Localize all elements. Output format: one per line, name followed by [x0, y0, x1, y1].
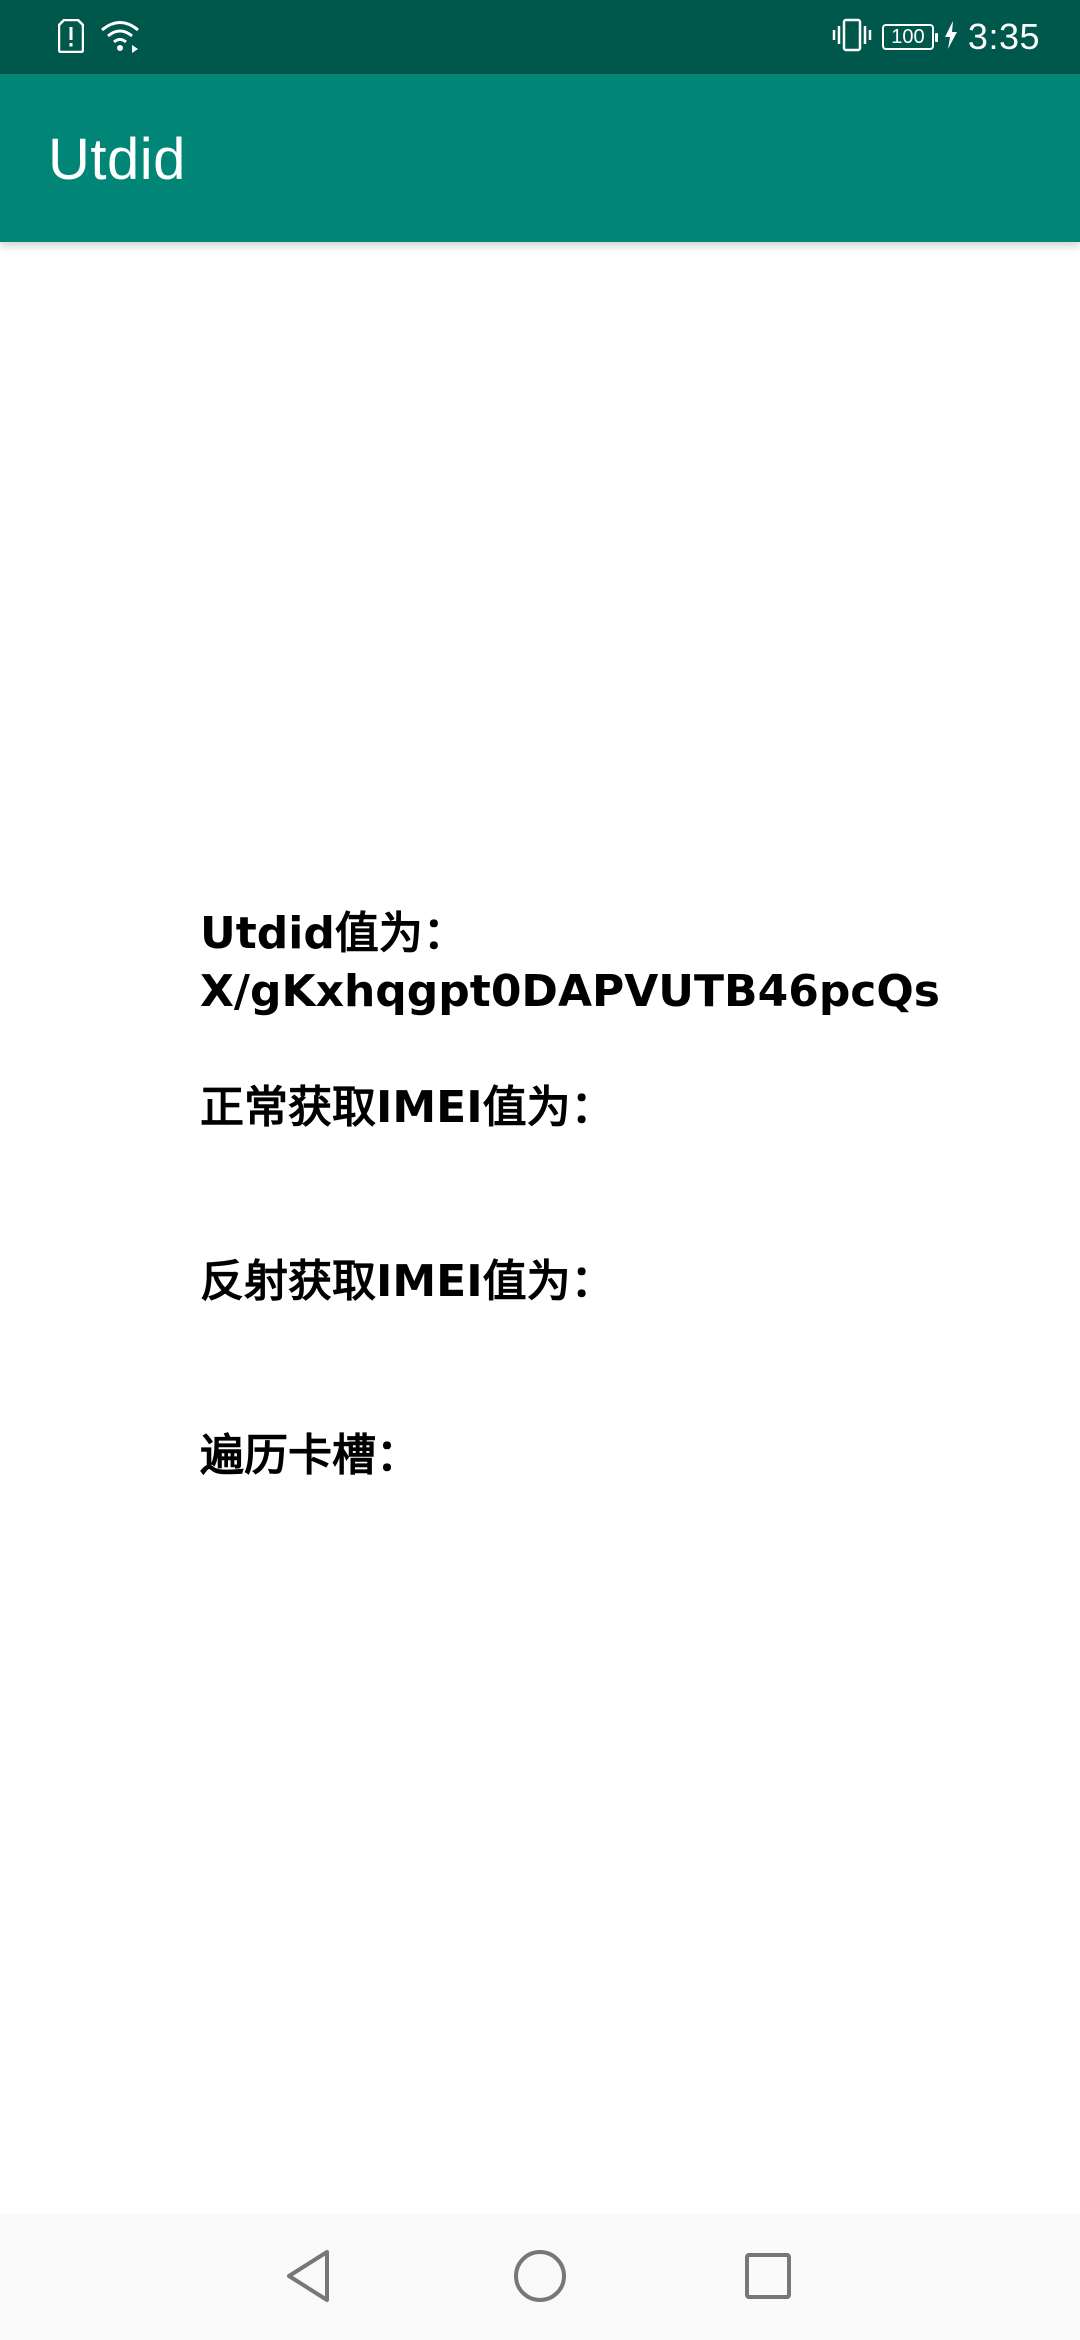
- wifi-icon: [100, 19, 140, 58]
- imei-reflect-value: [200, 1311, 1020, 1369]
- status-bar: 100 3:35: [0, 0, 1080, 74]
- slot-label: 遍历卡槽：: [200, 1430, 420, 1481]
- vibrate-icon: [832, 17, 872, 58]
- status-time: 3:35: [967, 16, 1040, 57]
- recents-icon: [743, 2251, 793, 2306]
- battery-icon: 100: [881, 24, 938, 50]
- imei-normal-value: [200, 1137, 1020, 1195]
- utdid-value: X/gKxhqgpt0DAPVUTB46pcQs: [200, 966, 940, 1017]
- status-left-icons: [57, 18, 140, 58]
- back-button[interactable]: [278, 2248, 338, 2308]
- screen: 100 3:35 Utdid Utdid值为： X/gKxhqgpt0DAPVU…: [0, 0, 1080, 2340]
- info-text-block: Utdid值为： X/gKxhqgpt0DAPVUTB46pcQs 正常获取IM…: [200, 905, 1020, 1485]
- home-button[interactable]: [510, 2248, 570, 2308]
- recents-button[interactable]: [738, 2248, 798, 2308]
- sim-alert-icon: [57, 18, 85, 58]
- app-title: Utdid: [48, 127, 186, 192]
- status-right-icons: 100 3:35: [832, 14, 1040, 60]
- utdid-label: Utdid值为：: [200, 908, 467, 959]
- imei-normal-label: 正常获取IMEI值为：: [200, 1082, 615, 1133]
- app-bar: Utdid: [0, 74, 1080, 242]
- charging-icon: [944, 20, 958, 54]
- imei-reflect-label: 反射获取IMEI值为：: [200, 1256, 615, 1307]
- battery-level: 100: [891, 26, 925, 48]
- back-icon: [283, 2248, 333, 2309]
- navigation-bar: [0, 2214, 1080, 2340]
- home-icon: [512, 2248, 568, 2309]
